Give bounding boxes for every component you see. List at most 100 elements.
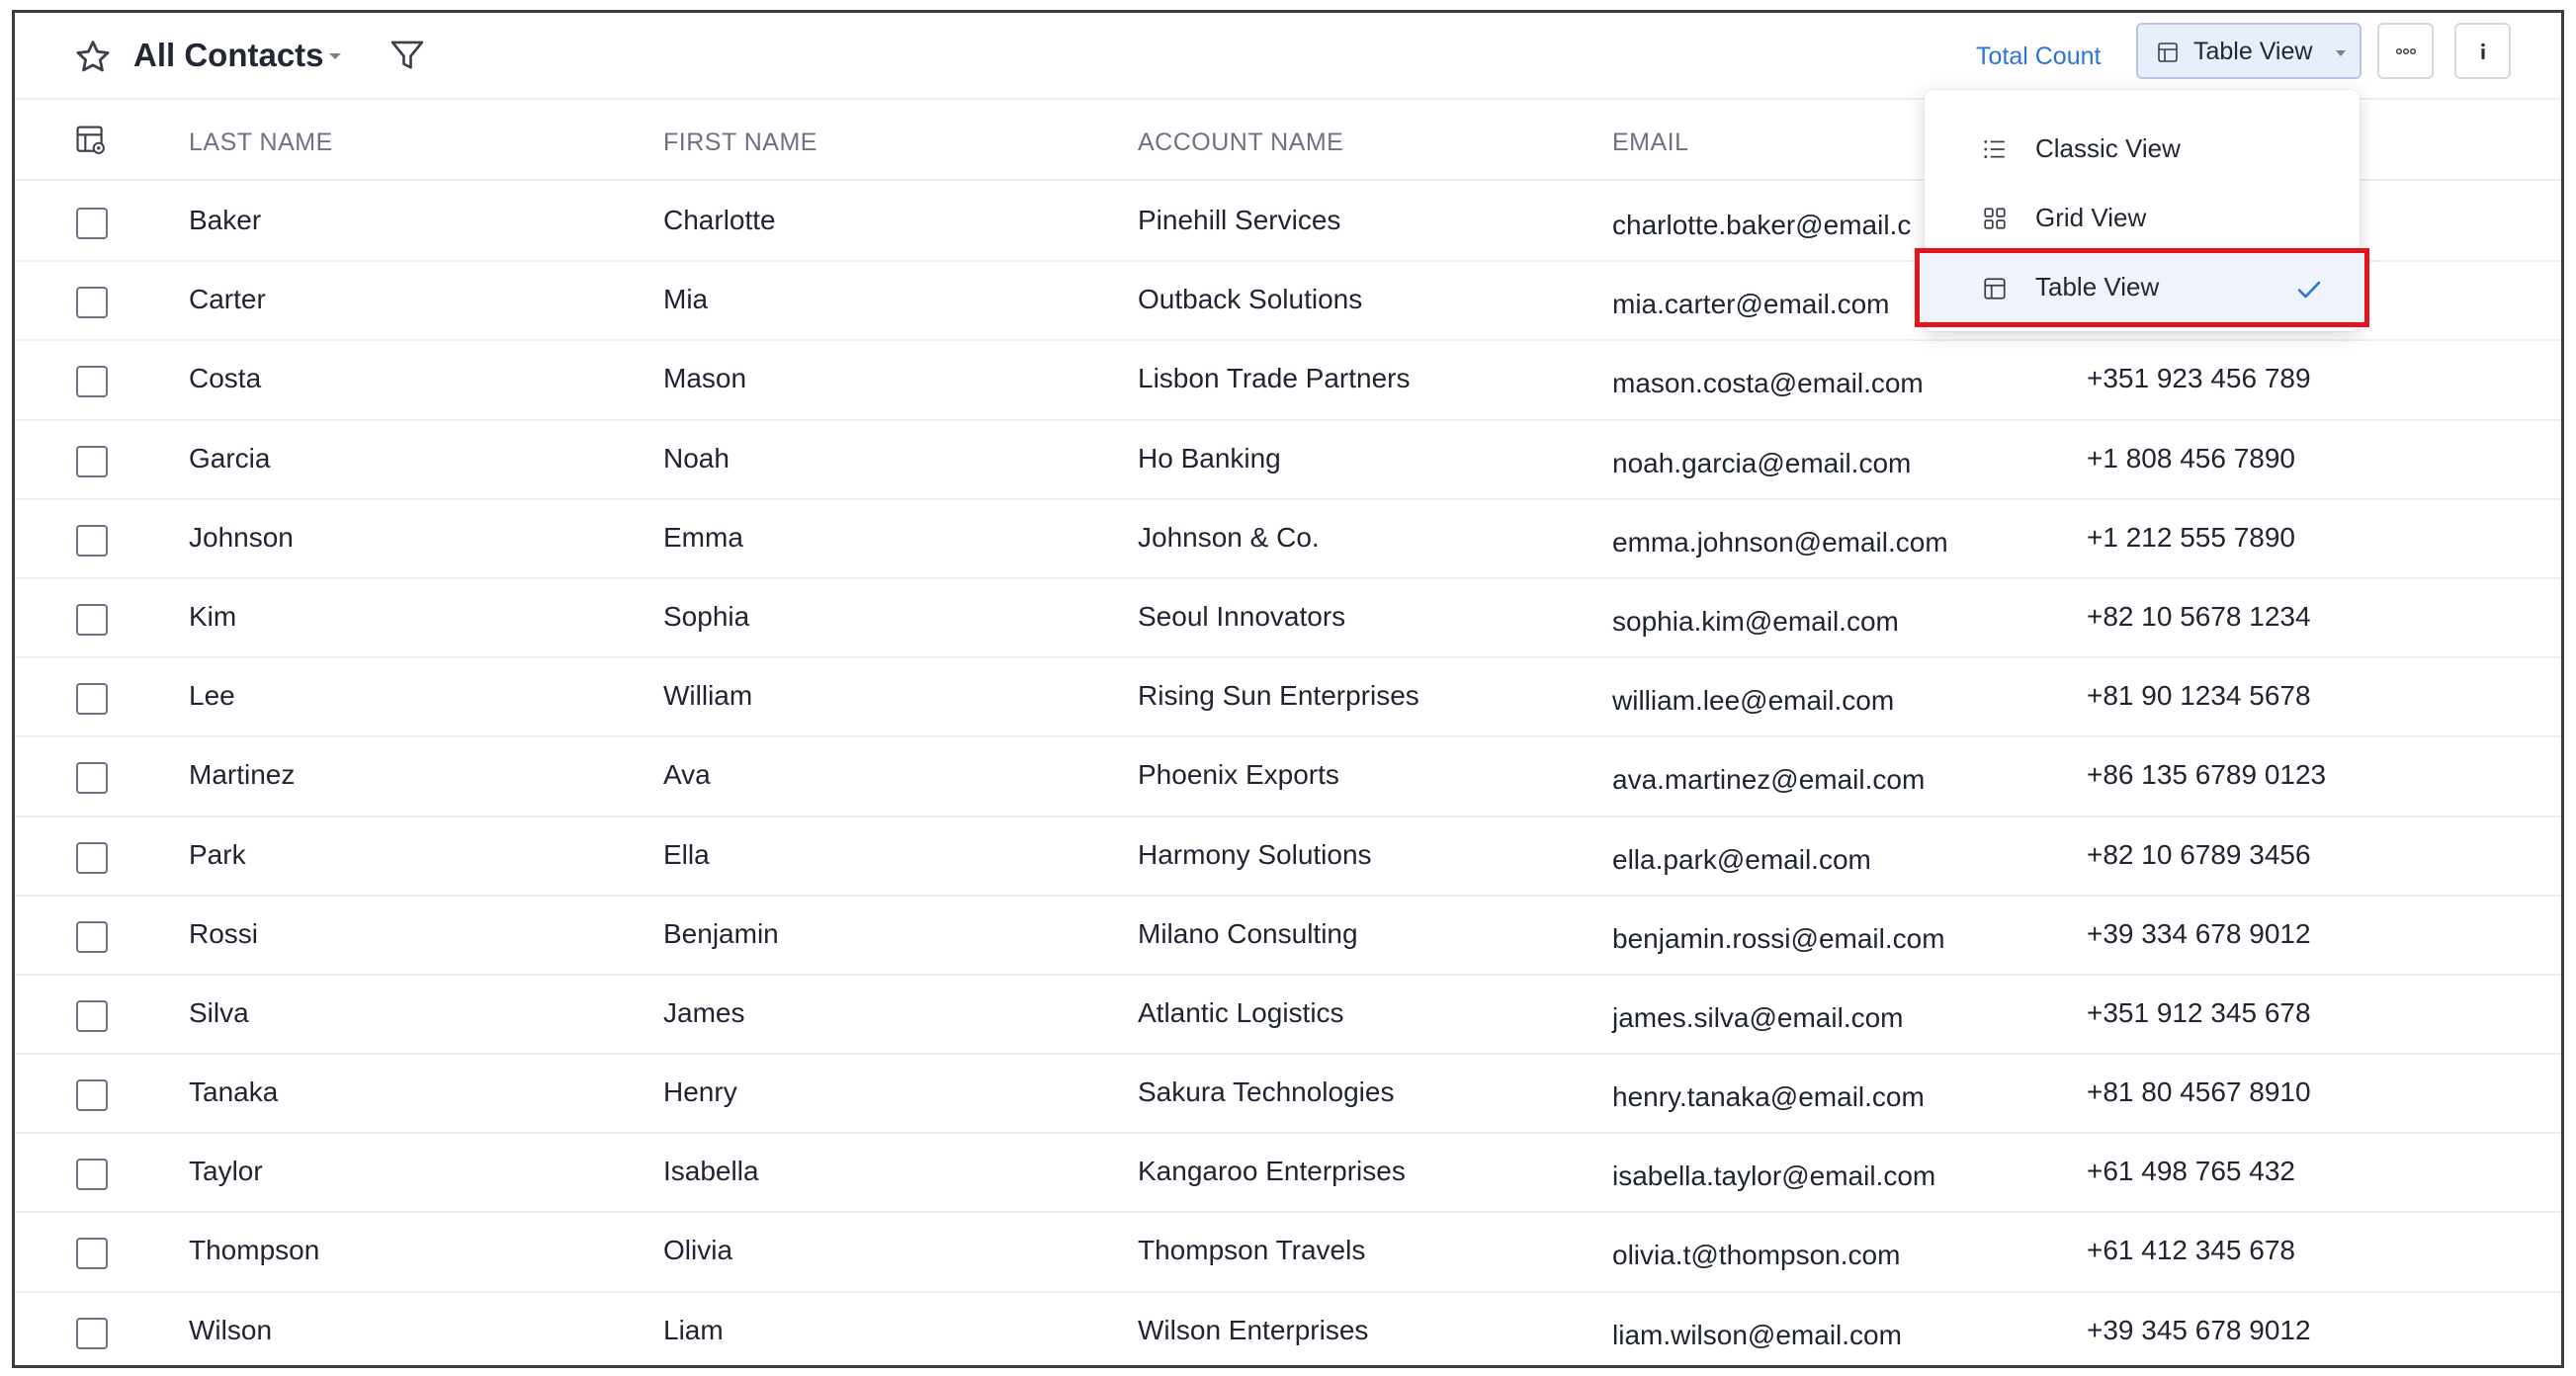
cell-email[interactable]: emma.johnson@email.com	[1612, 525, 1948, 560]
cell-account-name[interactable]: Lisbon Trade Partners	[1138, 361, 1411, 396]
row-checkbox[interactable]	[76, 603, 108, 636]
cell-account-name[interactable]: Sakura Technologies	[1138, 1075, 1394, 1110]
cell-last-name[interactable]: Tanaka	[189, 1075, 278, 1110]
cell-email[interactable]: ella.park@email.com	[1612, 842, 1871, 878]
cell-email[interactable]: liam.wilson@email.com	[1612, 1318, 1902, 1353]
more-options-button[interactable]	[2377, 23, 2434, 79]
table-row[interactable]: Rossi Benjamin Milano Consulting benjami…	[15, 897, 2561, 976]
cell-first-name: Benjamin	[663, 917, 779, 949]
cell-email[interactable]: mia.carter@email.com	[1612, 287, 1889, 322]
row-checkbox[interactable]	[76, 524, 108, 557]
table-row[interactable]: Taylor Isabella Kangaroo Enterprises isa…	[15, 1134, 2561, 1214]
cell-last-name[interactable]: Costa	[189, 361, 261, 396]
column-header-last-name[interactable]: LAST NAME	[189, 128, 333, 157]
cell-last-name[interactable]: Kim	[189, 599, 236, 635]
cell-account-name[interactable]: Thompson Travels	[1138, 1233, 1365, 1268]
cell-account-name[interactable]: Milano Consulting	[1138, 916, 1358, 952]
page-title[interactable]: All Contacts	[133, 31, 324, 80]
chevron-down-icon	[2336, 50, 2346, 56]
row-checkbox[interactable]	[76, 999, 108, 1032]
row-checkbox[interactable]	[76, 1238, 108, 1270]
cell-account-name[interactable]: Pinehill Services	[1138, 203, 1340, 238]
table-row[interactable]: Thompson Olivia Thompson Travels olivia.…	[15, 1213, 2561, 1293]
cell-phone: +1 808 456 7890	[2087, 442, 2295, 473]
cell-account-name[interactable]: Johnson & Co.	[1138, 520, 1320, 556]
cell-last-name[interactable]: Baker	[189, 203, 261, 238]
cell-first-name: Noah	[663, 442, 730, 473]
row-checkbox[interactable]	[76, 445, 108, 477]
contacts-window: All Contacts Total Count Table View LAST…	[12, 10, 2564, 1368]
row-checkbox[interactable]	[76, 1079, 108, 1112]
cell-account-name[interactable]: Atlantic Logistics	[1138, 995, 1344, 1031]
menu-item-classic-view[interactable]: Classic View	[1925, 114, 2360, 183]
cell-email[interactable]: charlotte.baker@email.c	[1612, 208, 1911, 243]
menu-item-table-view[interactable]: Table View	[1915, 248, 2369, 327]
cell-last-name[interactable]: Thompson	[189, 1233, 319, 1268]
chevron-down-icon[interactable]	[325, 46, 345, 66]
total-count-link[interactable]: Total Count	[1976, 37, 2101, 76]
row-checkbox[interactable]	[76, 1317, 108, 1349]
cell-email[interactable]: isabella.taylor@email.com	[1612, 1159, 1935, 1194]
cell-email[interactable]: ava.martinez@email.com	[1612, 762, 1925, 798]
row-checkbox[interactable]	[76, 208, 108, 239]
cell-account-name[interactable]: Kangaroo Enterprises	[1138, 1154, 1406, 1189]
cell-account-name[interactable]: Seoul Innovators	[1138, 599, 1345, 635]
cell-account-name[interactable]: Outback Solutions	[1138, 282, 1362, 317]
cell-email[interactable]: sophia.kim@email.com	[1612, 604, 1899, 640]
cell-account-name[interactable]: Wilson Enterprises	[1138, 1313, 1368, 1348]
table-row[interactable]: Garcia Noah Ho Banking noah.garcia@email…	[15, 421, 2561, 500]
row-checkbox[interactable]	[76, 287, 108, 319]
cell-last-name[interactable]: Rossi	[189, 916, 258, 952]
table-row[interactable]: Wilson Liam Wilson Enterprises liam.wils…	[15, 1293, 2561, 1365]
table-row[interactable]: Lee William Rising Sun Enterprises willi…	[15, 658, 2561, 738]
cell-email[interactable]: james.silva@email.com	[1612, 1000, 1904, 1036]
cell-first-name: Isabella	[663, 1156, 759, 1187]
table-row[interactable]: Silva James Atlantic Logistics james.sil…	[15, 976, 2561, 1056]
cell-last-name[interactable]: Johnson	[189, 520, 294, 556]
cell-last-name[interactable]: Park	[189, 837, 246, 873]
filter-icon[interactable]	[386, 35, 428, 76]
cell-last-name[interactable]: Garcia	[189, 441, 270, 476]
cell-last-name[interactable]: Silva	[189, 995, 249, 1031]
view-switcher-button[interactable]: Table View	[2136, 23, 2361, 79]
row-checkbox[interactable]	[76, 683, 108, 716]
cell-account-name[interactable]: Harmony Solutions	[1138, 837, 1372, 873]
cell-phone: +39 334 678 9012	[2087, 917, 2311, 949]
cell-first-name: James	[663, 996, 745, 1028]
menu-item-grid-view[interactable]: Grid View	[1925, 183, 2360, 252]
column-header-first-name[interactable]: FIRST NAME	[663, 128, 817, 157]
cell-phone: +82 10 6789 3456	[2087, 838, 2311, 870]
info-button[interactable]	[2454, 23, 2511, 79]
table-row[interactable]: Park Ella Harmony Solutions ella.park@em…	[15, 817, 2561, 897]
row-checkbox[interactable]	[76, 1159, 108, 1191]
row-checkbox[interactable]	[76, 366, 108, 398]
cell-last-name[interactable]: Lee	[189, 678, 235, 714]
table-row[interactable]: Tanaka Henry Sakura Technologies henry.t…	[15, 1055, 2561, 1135]
cell-email[interactable]: noah.garcia@email.com	[1612, 446, 1911, 481]
cell-email[interactable]: william.lee@email.com	[1612, 683, 1894, 719]
cell-last-name[interactable]: Carter	[189, 282, 266, 317]
column-header-account-name[interactable]: ACCOUNT NAME	[1138, 128, 1343, 157]
cell-last-name[interactable]: Martinez	[189, 757, 295, 793]
cell-account-name[interactable]: Ho Banking	[1138, 441, 1281, 476]
cell-phone: +81 90 1234 5678	[2087, 680, 2311, 712]
cell-account-name[interactable]: Phoenix Exports	[1138, 757, 1339, 793]
cell-last-name[interactable]: Wilson	[189, 1313, 272, 1348]
row-checkbox[interactable]	[76, 762, 108, 795]
column-header-email[interactable]: EMAIL	[1612, 128, 1689, 157]
row-checkbox[interactable]	[76, 841, 108, 874]
cell-email[interactable]: olivia.t@thompson.com	[1612, 1238, 1900, 1273]
cell-last-name[interactable]: Taylor	[189, 1154, 263, 1189]
table-row[interactable]: Martinez Ava Phoenix Exports ava.martine…	[15, 737, 2561, 817]
table-row[interactable]: Johnson Emma Johnson & Co. emma.johnson@…	[15, 500, 2561, 579]
star-icon[interactable]	[72, 37, 114, 78]
table-row[interactable]: Costa Mason Lisbon Trade Partners mason.…	[15, 341, 2561, 421]
cell-email[interactable]: benjamin.rossi@email.com	[1612, 921, 1945, 957]
cell-email[interactable]: mason.costa@email.com	[1612, 366, 1924, 401]
table-row[interactable]: Kim Sophia Seoul Innovators sophia.kim@e…	[15, 579, 2561, 659]
cell-account-name[interactable]: Rising Sun Enterprises	[1138, 678, 1419, 714]
column-settings-icon[interactable]	[74, 124, 108, 157]
menu-item-label: Classic View	[2035, 133, 2181, 163]
row-checkbox[interactable]	[76, 920, 108, 953]
cell-email[interactable]: henry.tanaka@email.com	[1612, 1079, 1925, 1115]
